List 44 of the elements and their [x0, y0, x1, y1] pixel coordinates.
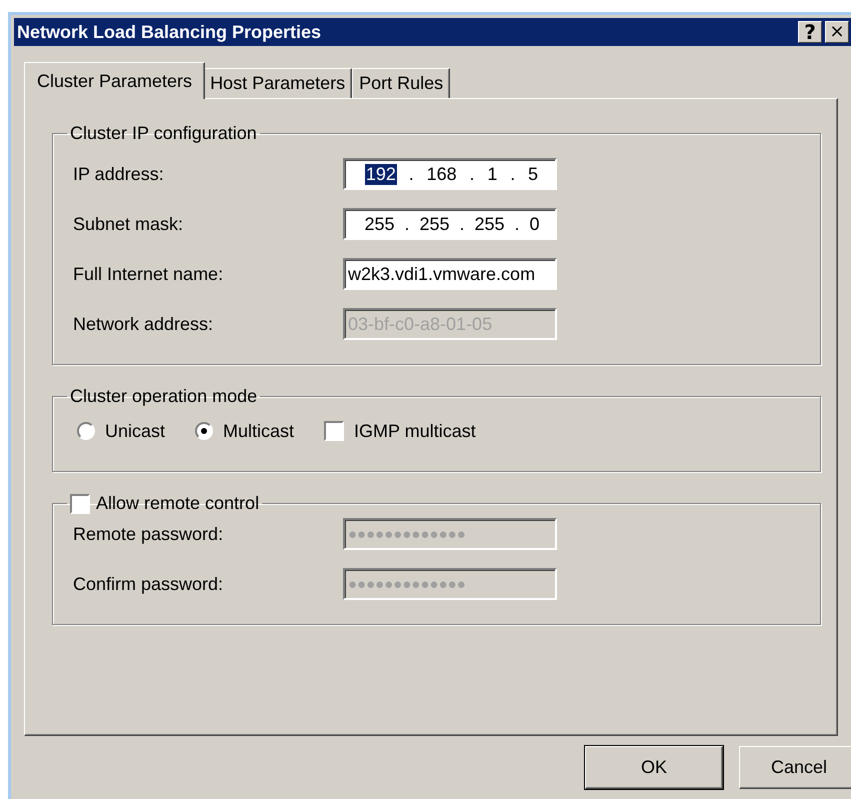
octet-text: 5 [527, 164, 540, 184]
checkbox-label[interactable]: Allow remote control [96, 493, 260, 514]
separator-dot: . [470, 164, 475, 184]
separator-dot: . [510, 164, 516, 184]
radio-button[interactable] [195, 422, 214, 440]
radio-button[interactable] [77, 422, 95, 440]
octet-text: 192 [364, 164, 397, 184]
radio-label[interactable]: Multicast [223, 420, 294, 442]
tab[interactable]: Port Rules [352, 68, 450, 98]
field-value: w2k3.vdi1.vmware.com [348, 264, 536, 284]
field-value: ●●●●●●●●●●●●● [348, 526, 466, 542]
separator-dot: . [404, 214, 410, 234]
ip-address-field[interactable]: 255 . 255 . 255 . 0 [343, 208, 557, 240]
octet-text: 255 [473, 214, 506, 234]
tab[interactable]: Host Parameters [203, 68, 352, 98]
checkbox[interactable] [70, 494, 90, 514]
group-title: Cluster operation mode [70, 386, 258, 407]
help-button[interactable]: ? [798, 21, 822, 43]
field-label: IP address: [73, 164, 165, 184]
octet-text: 1 [486, 164, 498, 184]
separator-dot: . [408, 164, 414, 184]
group-title: Cluster IP configuration [70, 123, 257, 144]
dialog-button[interactable]: Cancel [739, 746, 851, 789]
checkbox-label[interactable]: IGMP multicast [354, 420, 476, 442]
octet-text: 255 [418, 214, 451, 234]
separator-dot: . [514, 214, 520, 234]
field-label: Network address: [73, 314, 214, 334]
field-value: ●●●●●●●●●●●●● [348, 576, 466, 592]
octet-text: 0 [528, 214, 540, 234]
dialog-button[interactable]: OK [585, 746, 723, 789]
field-label: Full Internet name: [73, 264, 224, 284]
input-field[interactable]: w2k3.vdi1.vmware.com [343, 258, 557, 290]
ip-address-field[interactable]: 192 . 168 . 1 . 5 [343, 158, 557, 190]
tab[interactable]: Cluster Parameters [24, 62, 206, 99]
octet-text: 255 [363, 214, 396, 234]
window-title: Network Load Balancing Properties [17, 22, 322, 42]
field-label: Subnet mask: [73, 214, 184, 234]
field-label: Confirm password: [73, 574, 224, 594]
octet-text: 168 [426, 164, 458, 184]
radio-label[interactable]: Unicast [105, 420, 166, 442]
separator-dot: . [460, 214, 465, 234]
close-button[interactable]: × [825, 21, 849, 43]
checkbox[interactable] [324, 421, 344, 441]
field-label: Remote password: [73, 524, 224, 544]
